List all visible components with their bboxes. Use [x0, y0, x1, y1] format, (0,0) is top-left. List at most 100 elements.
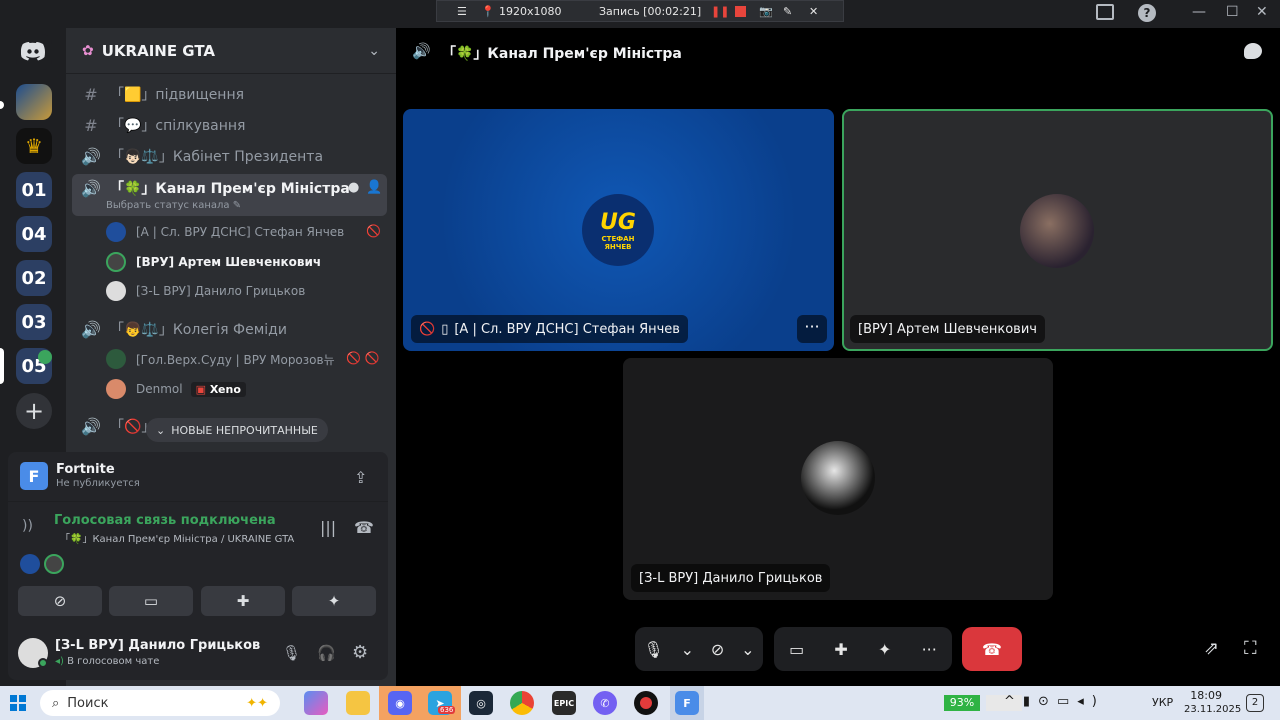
headphones-icon[interactable]: 🎧 — [317, 644, 336, 662]
channel-item[interactable]: 🔊 「👦⚖️」Колегія Феміди — [80, 315, 287, 343]
camera-off-button[interactable]: ⊘ — [18, 586, 102, 616]
active-channel-label[interactable]: 🔊 「🍀」Канал Прем'єр Міністра — [80, 174, 350, 202]
title-bar: ☰ 📍 1920x1080 Запись [00:02:21] ❚❚ 📷 ✎ ✕… — [0, 0, 1280, 28]
help-icon[interactable]: ? — [1138, 4, 1156, 22]
record-time-label: Запись [00:02:21] — [599, 4, 702, 18]
chat-bubble-icon[interactable]: ● — [348, 180, 359, 195]
participant-tile[interactable]: [З-L ВРУ] Данило Грицьков — [623, 358, 1053, 600]
channel-status-hint[interactable]: Выбрать статус канала ✎ — [106, 200, 241, 211]
record-app-icon[interactable] — [634, 691, 658, 715]
participant-tile[interactable]: [ВРУ] Артем Шевченкович — [842, 109, 1273, 351]
clock-date[interactable]: 23.11.2025 — [1184, 704, 1241, 715]
soundboard-button[interactable]: ✦ — [292, 586, 376, 616]
chevron-down-icon[interactable]: ⌄ — [681, 640, 694, 659]
file-explorer-icon[interactable] — [346, 691, 370, 715]
server-header[interactable]: ✿ UKRAINE GTA ⌄ — [66, 28, 396, 74]
battery-indicator[interactable]: 93% — [944, 695, 980, 711]
search-input[interactable]: ⌕ Поиск ✦✦ — [40, 690, 280, 716]
chrome-icon[interactable] — [510, 691, 534, 715]
window-close-icon[interactable]: ✕ — [1256, 4, 1268, 20]
recorder-toolbar: ☰ 📍 1920x1080 Запись [00:02:21] ❚❚ 📷 ✎ ✕ — [436, 0, 844, 22]
pause-icon[interactable]: ❚❚ — [711, 5, 729, 18]
viber-icon[interactable]: ✆ — [593, 691, 617, 715]
chevron-down-icon[interactable]: ⌄ — [368, 43, 380, 59]
language-indicator[interactable]: УКР — [1152, 696, 1173, 709]
server-icon-01[interactable]: 01 — [16, 172, 52, 208]
windows-taskbar: ⌕ Поиск ✦✦ ◉ ➤ 636 ◎ EPIC ✆ F 93% ^▮⊙▭◂) … — [0, 686, 1280, 720]
discord-home-icon[interactable] — [16, 34, 52, 70]
copilot-icon[interactable] — [304, 691, 328, 715]
server-icon-1[interactable] — [16, 84, 52, 120]
channel-item[interactable]: 🔊 「🚫」 — [80, 412, 155, 440]
more-icon[interactable]: ··· — [922, 640, 937, 659]
camera-off-icon[interactable]: ⊘ — [711, 640, 724, 659]
participant-tile[interactable]: UG СТЕФАН ЯНЧЕВ 🚫 ▯ [А | Сл. ВРУ ДСНС] Сте… — [403, 109, 834, 351]
pin-icon[interactable]: 📍 — [481, 5, 495, 18]
avatar[interactable] — [20, 554, 40, 574]
channel-item[interactable]: 🔊 「👦🏻⚖️」Кабінет Президента — [80, 142, 323, 170]
server-icon-03[interactable]: 03 — [16, 304, 52, 340]
inbox-icon[interactable] — [1096, 4, 1114, 20]
chat-icon[interactable] — [1244, 43, 1262, 59]
clan-tag: ▣ Xeno — [190, 381, 246, 397]
more-options-icon[interactable]: ··· — [797, 315, 827, 343]
gear-icon[interactable]: ⚙ — [352, 642, 368, 663]
add-server-icon[interactable]: + — [16, 393, 52, 429]
soundboard-icon[interactable]: ✦ — [878, 640, 891, 659]
discord-taskbar-icon[interactable]: ◉ — [388, 691, 412, 715]
windows-start-icon[interactable] — [10, 695, 26, 711]
minimize-icon[interactable]: — — [1192, 4, 1206, 20]
avatar — [106, 349, 126, 369]
chevron-down-icon[interactable]: ⌄ — [741, 640, 754, 659]
voice-member[interactable]: [А | Сл. ВРУ ДСНС] Стефан Янчев — [106, 219, 344, 245]
server-icon-kings[interactable]: ♛ — [16, 128, 52, 164]
menu-icon[interactable]: ☰ — [457, 5, 467, 18]
maximize-icon[interactable]: ☐ — [1226, 4, 1239, 20]
avatar — [106, 252, 126, 272]
epic-games-icon[interactable]: EPIC — [552, 691, 576, 715]
stop-icon[interactable] — [735, 6, 746, 17]
channel-item[interactable]: # 「🟨」підвищення — [80, 80, 244, 108]
microphone-icon[interactable]: 🎙 — [282, 644, 301, 662]
close-icon[interactable]: ✕ — [809, 5, 818, 18]
avatar — [106, 222, 126, 242]
voice-connected-label[interactable]: Голосовая связь подключена — [54, 513, 276, 528]
hash-icon: # — [84, 115, 98, 135]
voice-member[interactable]: Denmol ▣ Xeno — [106, 376, 246, 402]
server-icon-02[interactable]: 02 — [16, 260, 52, 296]
voice-member[interactable]: [ВРУ] Артем Шевченкович — [106, 249, 321, 275]
steam-icon[interactable]: ◎ — [469, 691, 493, 715]
new-unread-pill[interactable]: ⌄ НОВЫЕ НЕПРОЧИТАННЫЕ — [146, 418, 328, 442]
activities-icon[interactable]: ✚ — [834, 640, 847, 659]
avatar[interactable] — [44, 554, 64, 574]
share-screen-icon[interactable]: ⇪ — [354, 468, 367, 487]
server-icon-04[interactable]: 04 — [16, 216, 52, 252]
popout-icon[interactable]: ⇗ — [1204, 638, 1219, 659]
system-tray-icons[interactable]: ^▮⊙▭◂) — [1004, 694, 1105, 709]
tag-icon: ▣ — [195, 382, 206, 396]
camera-icon[interactable]: 📷 — [759, 5, 773, 18]
voice-channel-path[interactable]: 「🍀」Канал Прем'єр Міністра / UKRAINE GTA — [60, 530, 294, 545]
fullscreen-icon[interactable]: ⛶ — [1244, 638, 1257, 659]
end-call-button[interactable]: ☎ — [962, 627, 1022, 671]
add-user-icon[interactable]: 👤 — [366, 180, 382, 195]
noise-suppression-icon[interactable]: ||| — [320, 518, 336, 537]
user-name[interactable]: [З-L ВРУ] Данило Грицьков — [55, 638, 260, 653]
disconnect-icon[interactable]: ☎ — [354, 518, 374, 537]
channel-item[interactable]: # 「💬」спілкування — [80, 111, 245, 139]
voice-member[interactable]: [Гол.Верх.Суду | ВРУ Морозов뉴 — [106, 346, 335, 372]
fortnite-taskbar-icon[interactable]: F — [675, 691, 699, 715]
activities-button[interactable]: ✚ — [201, 586, 285, 616]
page-title: 「🍀」Канал Прем'єр Міністра — [442, 46, 682, 62]
screen-share-icon[interactable]: ▭ — [789, 640, 804, 659]
user-status: ◂) В голосовом чате — [55, 656, 160, 667]
activity-status: Не публикуется — [56, 478, 140, 489]
screen-share-button[interactable]: ▭ — [109, 586, 193, 616]
notification-icon[interactable]: 2 — [1246, 694, 1264, 712]
avatar: UG СТЕФАН ЯНЧЕВ — [582, 194, 654, 266]
microphone-icon[interactable]: 🎙 — [643, 640, 663, 659]
pen-icon[interactable]: ✎ — [783, 5, 792, 18]
avatar — [106, 281, 126, 301]
clock-time[interactable]: 18:09 — [1182, 689, 1222, 702]
voice-member[interactable]: [З-L ВРУ] Данило Грицьков — [106, 278, 305, 304]
